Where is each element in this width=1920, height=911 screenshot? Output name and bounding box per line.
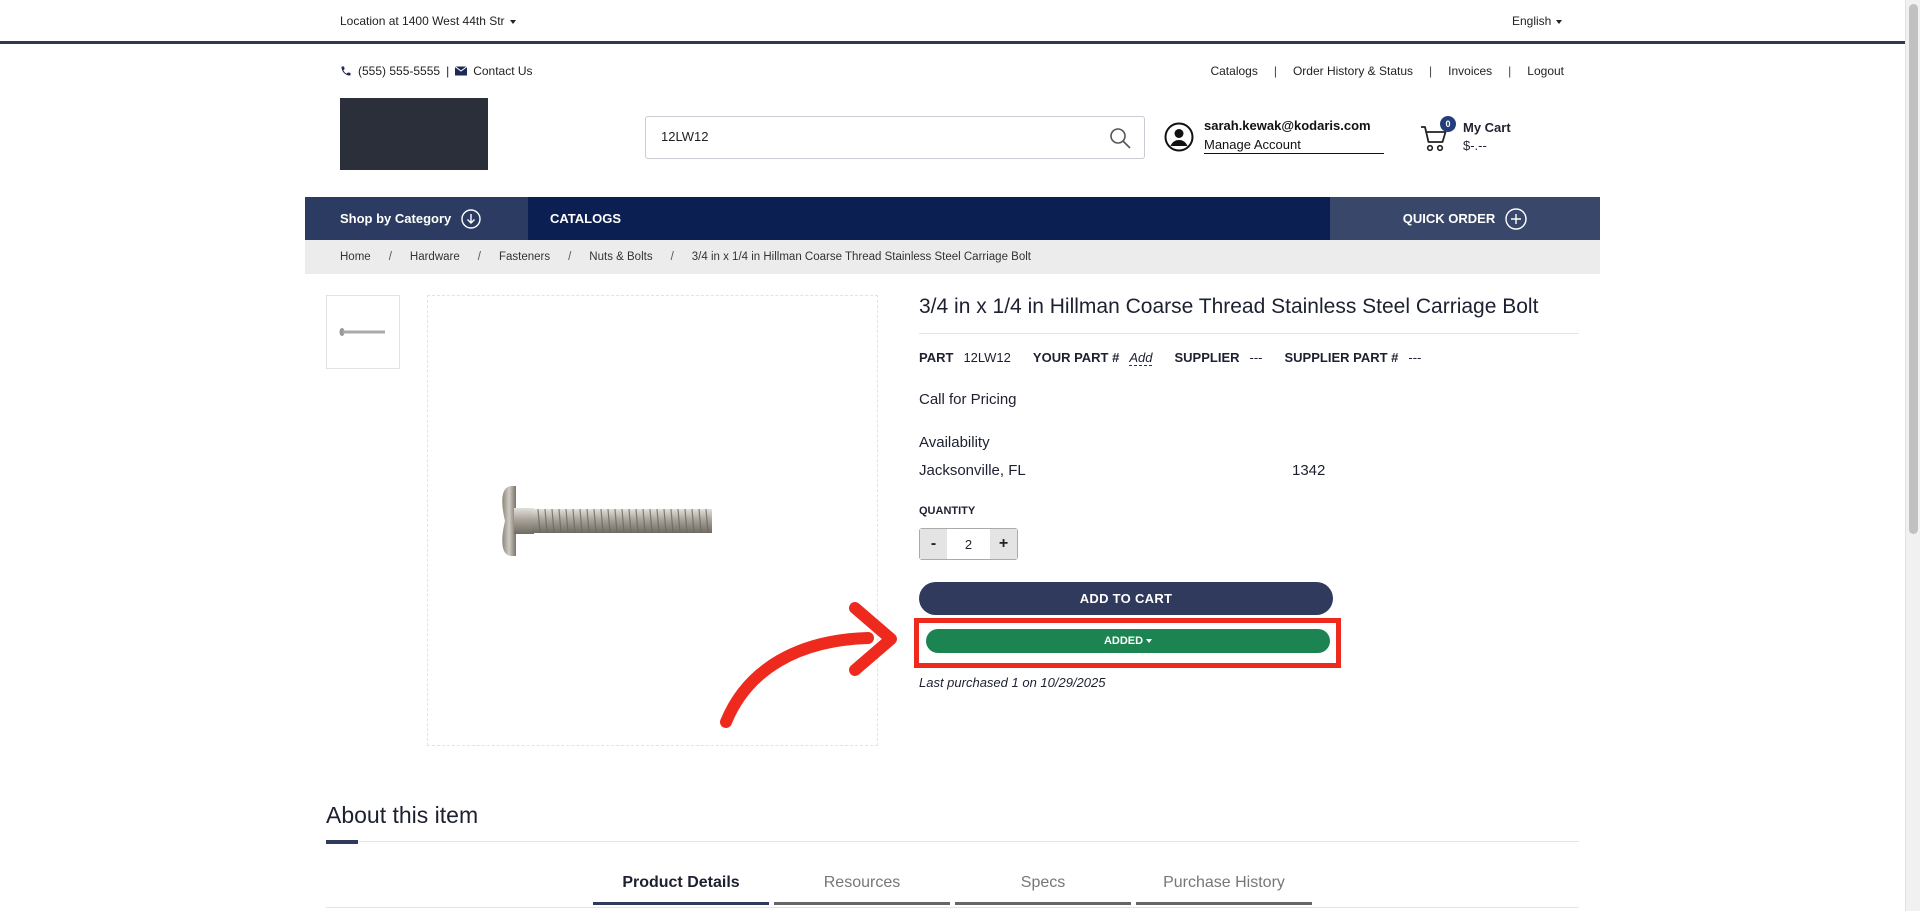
contact-us-link[interactable]: Contact Us	[473, 64, 532, 78]
top-bar: Location at 1400 West 44th Str English	[0, 0, 1905, 44]
divider: |	[1508, 64, 1512, 78]
quick-order-label: QUICK ORDER	[1402, 211, 1496, 226]
breadcrumb-separator: /	[568, 251, 572, 263]
divider: |	[446, 64, 450, 78]
divider: |	[1429, 64, 1433, 78]
phone-icon	[341, 66, 351, 76]
breadcrumb-nuts-bolts[interactable]: Nuts & Bolts	[589, 251, 652, 263]
breadcrumb-hardware[interactable]: Hardware	[410, 251, 460, 263]
logout-link[interactable]: Logout	[1527, 64, 1564, 78]
language-selector[interactable]: English	[1512, 14, 1563, 28]
heading-accent	[326, 840, 358, 844]
user-icon	[1164, 122, 1194, 152]
shop-by-category-button[interactable]: Shop by Category	[305, 197, 528, 240]
breadcrumb-home[interactable]: Home	[340, 251, 371, 263]
carriage-bolt-image	[502, 486, 712, 556]
product-thumbnail[interactable]	[326, 295, 400, 369]
tab-specs[interactable]: Specs	[955, 868, 1131, 905]
search-icon[interactable]	[1108, 126, 1132, 150]
last-purchased-text: Last purchased 1 on 10/29/2025	[919, 675, 1106, 690]
divider	[326, 841, 1579, 842]
account-links: Catalogs | Order History & Status | Invo…	[1210, 64, 1564, 78]
part-label: PART	[919, 350, 954, 365]
breadcrumb-separator: /	[388, 251, 392, 263]
added-label: ADDED	[1103, 635, 1144, 647]
chevron-down-icon	[509, 19, 516, 24]
order-history-link[interactable]: Order History & Status	[1293, 64, 1413, 78]
your-part-label: YOUR PART #	[1032, 350, 1120, 365]
invoices-link[interactable]: Invoices	[1448, 64, 1492, 78]
chevron-down-icon	[1556, 19, 1563, 24]
quantity-stepper: - 2 +	[919, 528, 1018, 560]
bolt-thumbnail-image	[339, 328, 385, 336]
tab-purchase-history[interactable]: Purchase History	[1136, 868, 1312, 905]
search-box	[645, 116, 1145, 159]
tab-resources[interactable]: Resources	[774, 868, 950, 905]
about-heading: About this item	[326, 802, 479, 828]
language-label: English	[1512, 14, 1552, 28]
mail-icon	[455, 66, 468, 76]
breadcrumb-fasteners[interactable]: Fasteners	[499, 251, 550, 263]
divider	[326, 907, 1579, 908]
tab-product-details[interactable]: Product Details	[593, 868, 769, 905]
main-nav: Shop by Category CATALOGS QUICK ORDER	[305, 197, 1600, 240]
shop-by-category-label: Shop by Category	[340, 211, 452, 226]
product-main-image[interactable]	[427, 295, 878, 746]
product-tabs: Product Details Resources Specs Purchase…	[593, 868, 1312, 905]
cart-count-badge: 0	[1440, 116, 1456, 132]
breadcrumb-separator: /	[477, 251, 481, 263]
company-logo[interactable]	[340, 98, 488, 170]
add-your-part-link[interactable]: Add	[1129, 350, 1153, 366]
breadcrumb: Home / Hardware / Fasteners / Nuts & Bolts /…	[305, 240, 1600, 274]
supplier-label: SUPPLIER	[1174, 350, 1240, 365]
cart-total: $-.--	[1463, 138, 1487, 153]
add-to-cart-button[interactable]: ADD TO CART	[919, 582, 1333, 615]
part-numbers: PART 12LW12 YOUR PART # Add SUPPLIER --- SU…	[919, 350, 1443, 366]
part-value: 12LW12	[963, 350, 1011, 365]
quantity-label: QUANTITY	[919, 505, 976, 517]
page-scrollbar[interactable]	[1905, 0, 1920, 911]
supplier-part-value: ---	[1408, 350, 1422, 365]
availability-location: Jacksonville, FL	[919, 462, 1026, 479]
plus-circle-icon	[1505, 207, 1527, 230]
phone-link[interactable]: (555) 555-5555	[358, 64, 440, 78]
increment-button[interactable]: +	[990, 529, 1017, 559]
quick-order-button[interactable]: QUICK ORDER	[1330, 197, 1600, 240]
catalogs-link[interactable]: Catalogs	[1210, 64, 1257, 78]
manage-account-link[interactable]: Manage Account	[1204, 137, 1384, 154]
location-selector[interactable]: Location at 1400 West 44th Str	[340, 14, 516, 28]
catalogs-nav-link[interactable]: CATALOGS	[550, 197, 621, 240]
chevron-down-icon	[1146, 639, 1153, 643]
divider: |	[1273, 64, 1277, 78]
search-input[interactable]	[661, 129, 1081, 144]
availability-quantity: 1342	[1292, 462, 1326, 479]
availability-heading: Availability	[919, 434, 990, 451]
breadcrumb-separator: /	[670, 251, 674, 263]
location-label: Location at 1400 West 44th Str	[340, 14, 505, 28]
arrow-down-circle-icon	[461, 208, 481, 229]
cart-label: My Cart	[1463, 120, 1511, 135]
added-dropdown-button[interactable]: ADDED	[926, 629, 1330, 653]
product-title: 3/4 in x 1/4 in Hillman Coarse Thread St…	[919, 295, 1539, 318]
divider	[919, 333, 1579, 334]
supplier-value: ---	[1249, 350, 1263, 365]
decrement-button[interactable]: -	[920, 529, 947, 559]
breadcrumb-current: 3/4 in x 1/4 in Hillman Coarse Thread St…	[691, 251, 1031, 263]
account-email: sarah.kewak@kodaris.com	[1204, 118, 1371, 133]
pricing-text: Call for Pricing	[919, 391, 1017, 408]
quantity-input[interactable]: 2	[947, 529, 990, 559]
contact-row: (555) 555-5555 | Contact Us	[340, 64, 533, 78]
scrollbar-thumb[interactable]	[1909, 4, 1918, 534]
supplier-part-label: SUPPLIER PART #	[1284, 350, 1399, 365]
